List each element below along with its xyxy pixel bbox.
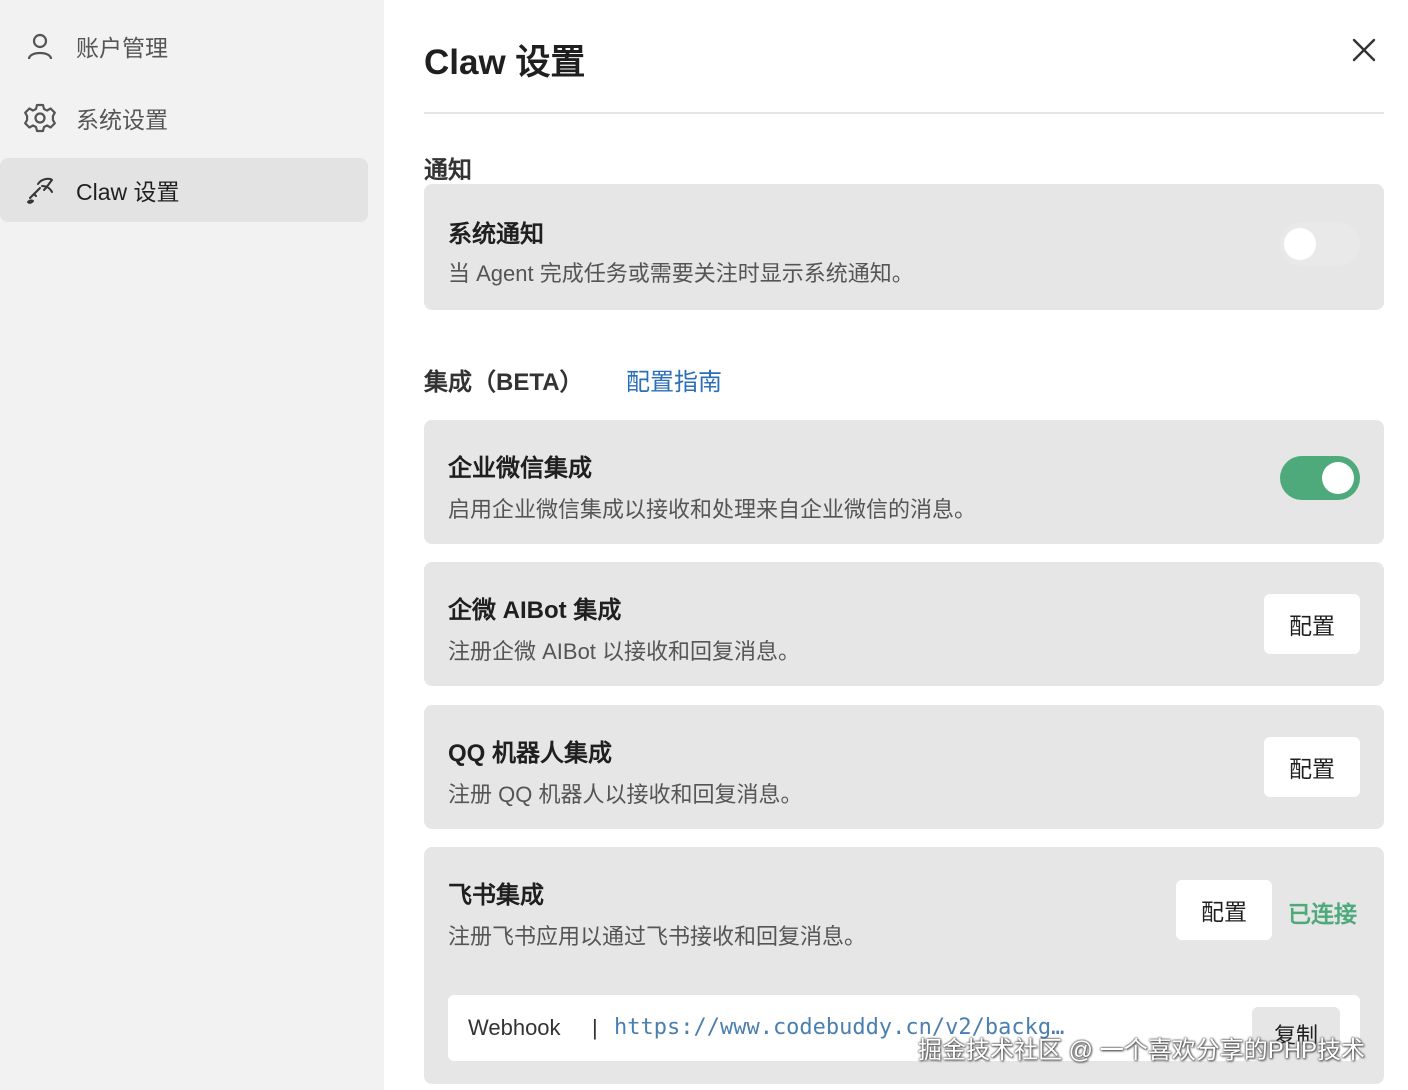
watermark: 掘金技术社区 @ 一个喜欢分享的PHP技术 [918, 1037, 1366, 1064]
section-title-integrations: 集成（BETA） [424, 369, 584, 396]
wecom-integration-toggle[interactable] [1280, 456, 1360, 500]
feishu-connected-status: 已连接 [1288, 901, 1357, 927]
toggle-knob [1322, 462, 1354, 494]
toggle-knob [1284, 228, 1316, 260]
gear-icon [24, 102, 56, 134]
feishu-config-button[interactable]: 配置 [1176, 880, 1272, 940]
card-title: 企微 AIBot 集成 [448, 597, 622, 624]
section-title-notifications: 通知 [424, 157, 472, 184]
sidebar-item-label: 系统设置 [76, 107, 168, 133]
wecom-aibot-card: 企微 AIBot 集成 注册企微 AIBot 以接收和回复消息。 配置 [424, 562, 1384, 686]
card-description: 注册飞书应用以通过飞书接收和回复消息。 [448, 924, 867, 949]
close-icon[interactable] [1350, 36, 1378, 64]
card-description: 启用企业微信集成以接收和处理来自企业微信的消息。 [448, 497, 977, 522]
header-divider [424, 112, 1384, 114]
sidebar-item-claw-settings[interactable]: Claw 设置 [0, 158, 368, 222]
claw-icon [24, 174, 56, 206]
page-title: Claw 设置 [424, 43, 586, 82]
config-guide-link[interactable]: 配置指南 [626, 362, 722, 397]
qq-bot-card: QQ 机器人集成 注册 QQ 机器人以接收和回复消息。 配置 [424, 705, 1384, 829]
card-title: 系统通知 [448, 221, 544, 248]
user-icon [24, 30, 56, 62]
system-notification-toggle[interactable] [1280, 222, 1360, 266]
card-title: 企业微信集成 [448, 455, 592, 482]
card-title: QQ 机器人集成 [448, 740, 613, 767]
card-description: 当 Agent 完成任务或需要关注时显示系统通知。 [448, 261, 914, 286]
webhook-separator: | [592, 1015, 598, 1040]
sidebar-item-system-settings[interactable]: 系统设置 [0, 86, 368, 150]
sidebar-item-label: 账户管理 [76, 35, 168, 61]
sidebar-item-account[interactable]: 账户管理 [0, 14, 368, 78]
qq-bot-config-button[interactable]: 配置 [1264, 737, 1360, 797]
wecom-integration-card: 企业微信集成 启用企业微信集成以接收和处理来自企业微信的消息。 [424, 420, 1384, 544]
sidebar: 账户管理 系统设置 Claw 设置 [0, 0, 384, 1090]
card-description: 注册企微 AIBot 以接收和回复消息。 [448, 639, 801, 664]
card-description: 注册 QQ 机器人以接收和回复消息。 [448, 782, 803, 807]
card-title: 飞书集成 [448, 882, 544, 909]
webhook-label: Webhook [468, 1015, 561, 1040]
wecom-aibot-config-button[interactable]: 配置 [1264, 594, 1360, 654]
system-notification-card: 系统通知 当 Agent 完成任务或需要关注时显示系统通知。 [424, 184, 1384, 310]
sidebar-item-label: Claw 设置 [76, 179, 180, 205]
settings-panel: Claw 设置 通知 系统通知 当 Agent 完成任务或需要关注时显示系统通知… [424, 0, 1384, 1090]
